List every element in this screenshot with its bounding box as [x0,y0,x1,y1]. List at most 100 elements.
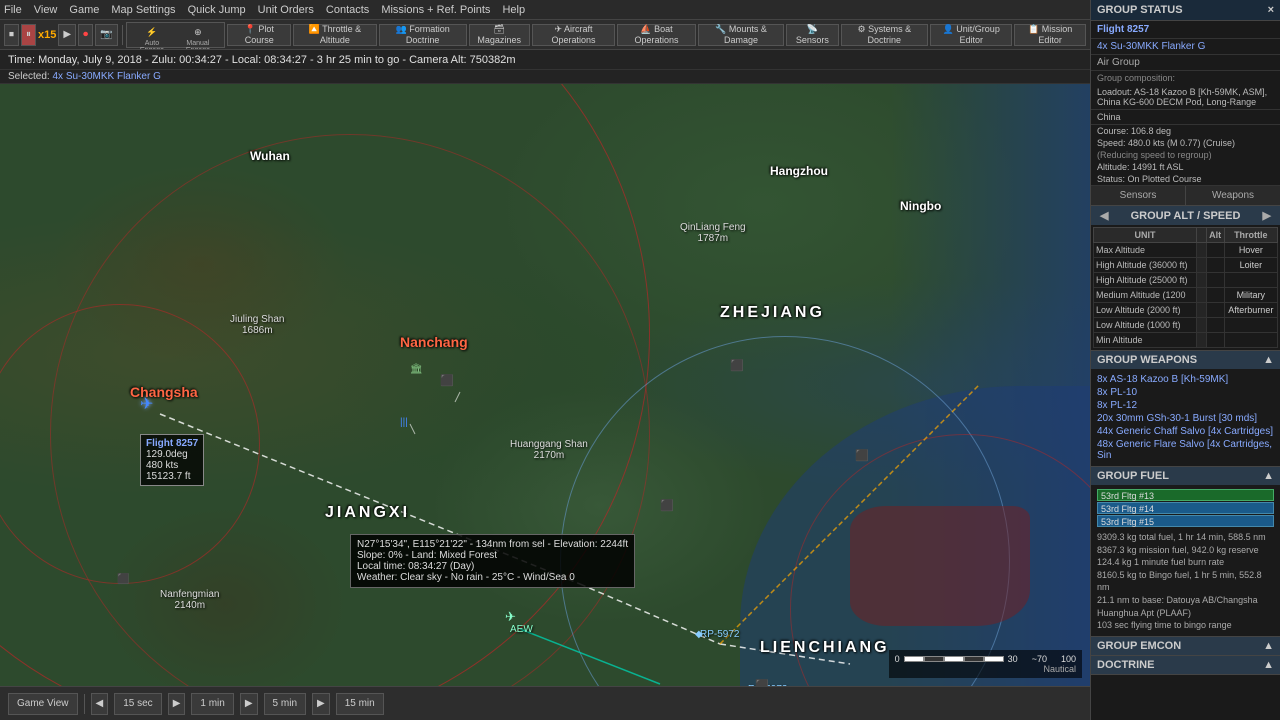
formation-btn[interactable]: 👥 Formation Doctrine [379,24,467,46]
aew-unit[interactable]: ✈ [505,609,516,625]
afterburner-option[interactable]: Afterburner [1224,303,1277,318]
unit-marker-rp1[interactable]: ◆ [695,629,703,640]
emcon-collapse[interactable]: ▲ [1263,640,1274,652]
camera-button[interactable]: 📷 [95,24,117,46]
emcon-header[interactable]: GROUP EMCON ▲ [1091,637,1280,655]
auto-engage-btn[interactable]: ⚡ Auto EngageTarget [130,25,173,45]
unit-category: Air Group [1091,55,1280,71]
weapons-collapse[interactable]: ▲ [1263,354,1274,366]
time-5min-btn[interactable]: 5 min [264,693,306,715]
magazines-btn[interactable]: 🗃 Magazines [469,24,530,46]
weapon-item-3[interactable]: 8x PL-12 [1097,399,1274,412]
mounts-btn[interactable]: 🔧 Mounts & Damage [698,24,784,46]
game-view-btn[interactable]: Game View [8,693,78,715]
weapon-item-1[interactable]: 8x AS-18 Kazoo B [Kh-59MK] [1097,373,1274,386]
alt-row-min[interactable]: Min Altitude [1094,333,1278,348]
right-panel: GROUP STATUS × Flight 8257 4x Su-30MKK F… [1090,0,1280,720]
fuel-bar-2: 53rd Fltg #14 [1097,502,1274,514]
alt-row-1000[interactable]: Low Altitude (1000 ft) [1094,318,1278,333]
menu-help[interactable]: Help [502,4,525,16]
time-1min-btn[interactable]: 1 min [191,693,233,715]
pause-button[interactable]: ⏸ [21,24,36,46]
military-option[interactable]: Military [1224,288,1277,303]
flight-unit[interactable]: ✈ [140,394,153,414]
fuel-collapse[interactable]: ▲ [1263,470,1274,482]
menu-unit-orders[interactable]: Unit Orders [258,4,314,16]
weapon-item-4[interactable]: 20x 30mm GSh-30-1 Burst [30 mds] [1097,412,1274,425]
aircraft-ops-btn[interactable]: ✈ Aircraft Operations [532,24,615,46]
toolbar: ⏹ ⏸ x15 ▶ ⏺ 📷 ⚡ Auto EngageTarget ⊕ Manu… [0,20,1090,50]
weapon-item-2[interactable]: 8x PL-10 [1097,386,1274,399]
unit-marker-1[interactable]: ⬛ [440,374,454,387]
alt-speed-header[interactable]: ◀ GROUP ALT / SPEED ▶ [1091,206,1280,225]
alt-row-medium[interactable]: Medium Altitude (1200 Military [1094,288,1278,303]
flight-info-panel: Flight 8257 129.0deg 480 kts 15123.7 ft [140,434,204,486]
mission-editor-btn[interactable]: 📋 Mission Editor [1014,24,1086,46]
menu-missions[interactable]: Missions + Ref. Points [381,4,490,16]
nav-right-arrow[interactable]: ▶ [1260,209,1274,222]
menu-game[interactable]: Game [69,4,99,16]
group-comp-label: Group composition: [1091,71,1280,85]
manual-engage-btn[interactable]: ⊕ ManualEngage Target [174,25,221,45]
alt-row-2000[interactable]: Low Altitude (2000 ft) Afterburner [1094,303,1278,318]
menu-file[interactable]: File [4,4,22,16]
play-15sec-btn[interactable]: ▶ [168,693,186,715]
fuel-stat-7: 103 sec flying time to bingo range [1097,619,1274,632]
unit-marker-coast2[interactable]: ⬛ [730,359,744,372]
unit-type-link[interactable]: 4x Su-30MKK Flanker G [1091,39,1280,55]
unit-marker-2[interactable]: ||| [400,417,408,428]
alt-row-25000[interactable]: High Altitude (25000 ft) [1094,273,1278,288]
unit-marker-lienchiang[interactable]: ⬛ [755,679,769,686]
hover-option[interactable]: Hover [1224,243,1277,258]
fuel-stat-4: 8160.5 kg to Bingo fuel, 1 hr 5 min, 552… [1097,569,1274,594]
throttle-header: Throttle [1224,228,1277,243]
status-info: Status: On Plotted Course [1091,173,1280,186]
unit-marker-3[interactable]: ⬛ [660,499,674,512]
sensors-btn[interactable]: 📡 Sensors [786,24,838,46]
play-1min-btn[interactable]: ▶ [240,693,258,715]
menu-bar: File View Game Map Settings Quick Jump U… [0,0,1090,20]
unit-col-header [1196,228,1206,243]
unit-nanchang[interactable]: 🏛 [410,364,423,375]
time-15sec-btn[interactable]: 15 sec [114,693,161,715]
speed-note-info: (Reducing speed to regroup) [1091,149,1280,161]
play-button[interactable]: ▶ [58,24,76,46]
sensors-tab[interactable]: Sensors [1091,186,1186,205]
stop-button[interactable]: ⏹ [4,24,19,46]
fuel-header[interactable]: GROUP FUEL ▲ [1091,467,1280,485]
weapon-item-6[interactable]: 48x Generic Flare Salvo [4x Cartridges, … [1097,438,1274,462]
nav-left-arrow[interactable]: ◀ [1097,209,1111,222]
throttle-btn[interactable]: 🔼 Throttle & Altitude [293,24,376,46]
unit-marker-coast1[interactable]: ⬛ [855,449,869,462]
unit-marker-bottom[interactable]: ⬛ [117,574,129,585]
group-status-header: GROUP STATUS × [1091,0,1280,21]
unit-editor-btn[interactable]: 👤 Unit/Group Editor [930,24,1012,46]
loiter-option[interactable]: Loiter [1224,258,1277,273]
weapons-header[interactable]: GROUP WEAPONS ▲ [1091,351,1280,369]
panel-collapse-btn[interactable]: × [1268,4,1274,16]
alt-row-max[interactable]: Max Altitude Hover [1094,243,1278,258]
menu-contacts[interactable]: Contacts [326,4,369,16]
plot-course-btn[interactable]: 📍 Plot Course [227,24,291,46]
fuel-stat-2: 8367.3 kg mission fuel, 942.0 kg reserve [1097,544,1274,557]
systems-btn[interactable]: ⚙ Systems & Doctrine [841,24,929,46]
selected-bar: Selected: 4x Su-30MKK Flanker G [0,70,1090,84]
doctrine-header[interactable]: DOCTRINE ▲ [1091,656,1280,674]
record-button[interactable]: ⏺ [78,24,93,46]
weapons-tab[interactable]: Weapons [1186,186,1280,205]
play-5min-btn[interactable]: ▶ [312,693,330,715]
weapon-item-5[interactable]: 44x Generic Chaff Salvo [4x Cartridges] [1097,425,1274,438]
doctrine-collapse[interactable]: ▲ [1263,659,1274,671]
time-15min-btn[interactable]: 15 min [336,693,384,715]
menu-view[interactable]: View [34,4,58,16]
menu-map-settings[interactable]: Map Settings [111,4,175,16]
alt-row-36000[interactable]: High Altitude (36000 ft) Loiter [1094,258,1278,273]
fuel-bar-1: 53rd Fltg #13 [1097,489,1274,501]
prev-time-btn[interactable]: ◀ [91,693,109,715]
boat-ops-btn[interactable]: ⛵ Boat Operations [617,24,696,46]
info-bar: Time: Monday, July 9, 2018 - Zulu: 00:34… [0,50,1090,70]
menu-quick-jump[interactable]: Quick Jump [188,4,246,16]
alt-col-header: UNIT [1094,228,1197,243]
fuel-stat-5: 21.1 nm to base: Datouya AB/Changsha [1097,594,1274,607]
course-info: Course: 106.8 deg [1091,125,1280,137]
